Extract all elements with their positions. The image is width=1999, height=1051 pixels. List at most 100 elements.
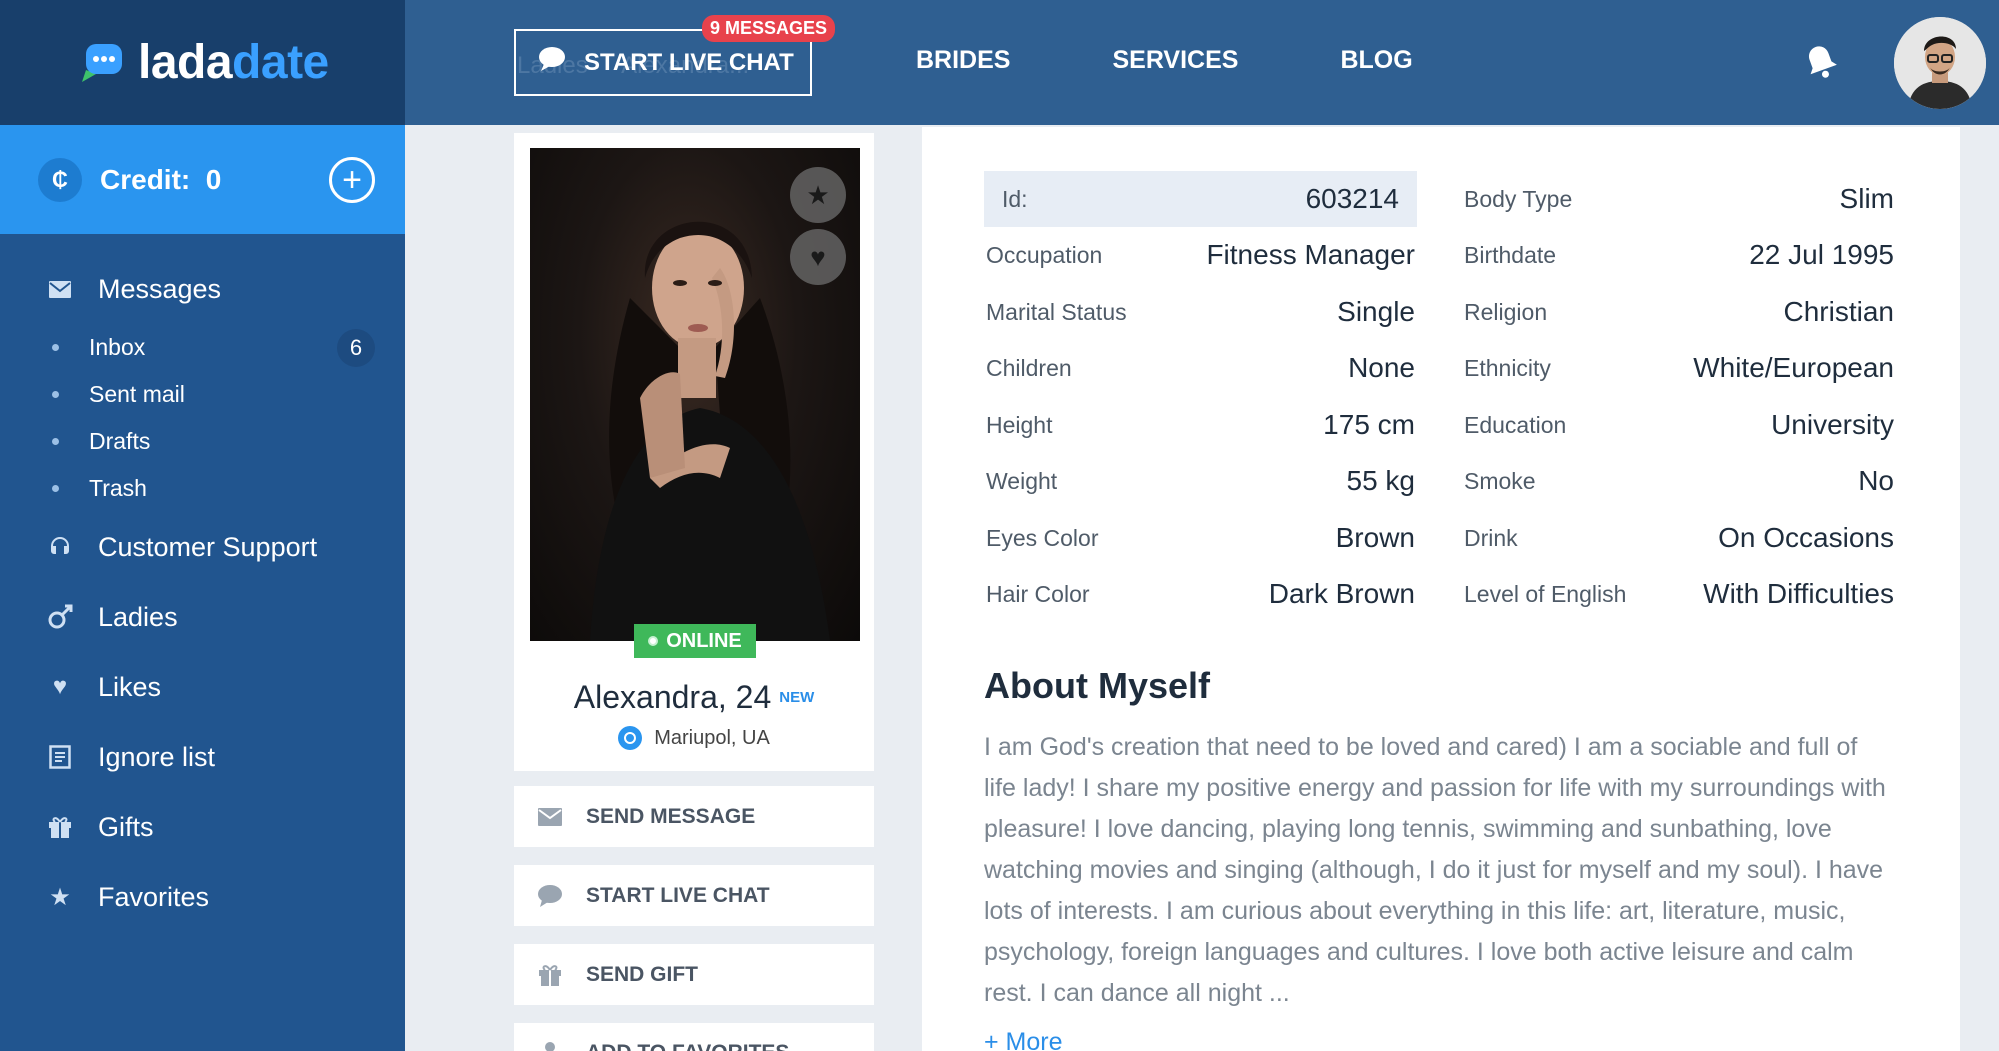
profile-location-text: Mariupol, UA [654, 726, 770, 749]
nav-brides[interactable]: BRIDES [916, 46, 1010, 75]
star-icon: ★ [49, 883, 71, 911]
profile-card: ★ ♥ ONLINE Alexandra, 24 NEW Mariupol, UA [514, 133, 874, 771]
info-row-birthdate: Birthdate 22 Jul 1995 [1462, 227, 1896, 283]
info-value: Dark Brown [1268, 578, 1415, 609]
online-status-label: ONLINE [666, 629, 742, 652]
start-live-chat-label: START LIVE CHAT [584, 48, 794, 76]
info-value: Slim [1839, 183, 1894, 214]
start-live-chat-side-button[interactable]: START LIVE CHAT [514, 865, 874, 926]
add-credit-button[interactable]: + [329, 156, 375, 203]
profile-name: Alexandra, 24 NEW [514, 679, 874, 716]
sidebar-subitem-label: Drafts [89, 428, 151, 454]
credit-label-text: Credit: [100, 163, 191, 195]
info-key: Height [986, 411, 1053, 438]
info-row-eyes-color: Eyes Color Brown [984, 510, 1417, 566]
info-key: Marital Status [986, 298, 1127, 325]
sidebar-item-support[interactable]: Customer Support [0, 512, 405, 582]
messages-badge[interactable]: 9 MESSAGES [702, 15, 836, 42]
bullet-icon [52, 344, 59, 351]
info-row-hair-color: Hair Color Dark Brown [984, 566, 1417, 622]
about-title: About Myself [984, 665, 1211, 706]
info-key: Weight [986, 467, 1058, 494]
sidebar-subitem-trash[interactable]: Trash [0, 465, 405, 512]
logo[interactable]: ladadate [0, 0, 405, 125]
sidebar-item-ignore[interactable]: Ignore list [0, 722, 405, 792]
female-icon [44, 603, 76, 631]
info-row-drink: Drink On Occasions [1462, 510, 1896, 566]
profile-photo[interactable]: ★ ♥ [530, 148, 860, 641]
info-row-children: Children None [984, 340, 1417, 396]
like-heart-button[interactable]: ♥ [790, 229, 846, 285]
sidebar-item-favorites[interactable]: ★ Favorites [0, 862, 405, 932]
info-key: Eyes Color [986, 524, 1099, 551]
info-value: Single [1337, 296, 1415, 327]
new-tag: NEW [779, 689, 815, 706]
inbox-count-badge: 6 [337, 328, 375, 367]
info-value: 175 cm [1323, 409, 1415, 440]
user-icon [536, 1041, 564, 1051]
gift-icon [44, 815, 76, 839]
info-key: Body Type [1464, 185, 1573, 212]
info-value: With Difficulties [1703, 578, 1894, 609]
sidebar-subitem-label: Trash [89, 475, 147, 501]
info-value: 22 Jul 1995 [1749, 239, 1894, 270]
nav-blog[interactable]: BLOG [1340, 46, 1412, 75]
send-gift-button[interactable]: SEND GIFT [514, 944, 874, 1005]
add-favorite-star-button[interactable]: ★ [790, 167, 846, 223]
user-avatar[interactable] [1894, 17, 1986, 109]
sidebar-nav: Messages Inbox 6 Sent mail Drafts Trash … [0, 234, 405, 932]
info-row-religion: Religion Christian [1462, 284, 1896, 340]
sidebar-item-ladies[interactable]: Ladies [0, 582, 405, 652]
sidebar-subitem-inbox[interactable]: Inbox 6 [0, 324, 405, 371]
info-value: Brown [1335, 522, 1415, 553]
info-value: On Occasions [1718, 522, 1894, 553]
info-key: Occupation [986, 241, 1103, 268]
online-status-badge: ONLINE [634, 624, 756, 658]
send-message-button[interactable]: SEND MESSAGE [514, 786, 874, 847]
brand-part2: date [232, 36, 329, 89]
sidebar-item-label: Ladies [98, 601, 178, 632]
sidebar-item-likes[interactable]: ♥ Likes [0, 652, 405, 722]
chat-logo-icon [80, 40, 126, 86]
top-nav: BRIDES SERVICES BLOG [916, 46, 1413, 75]
sidebar-subitem-label: Inbox [89, 334, 146, 360]
info-key: Smoke [1464, 467, 1536, 494]
info-key: Education [1464, 411, 1567, 438]
info-key: Hair Color [986, 580, 1090, 607]
credit-value: 0 [205, 163, 222, 195]
send-gift-label: SEND GIFT [586, 962, 699, 986]
sidebar-item-messages[interactable]: Messages [0, 254, 405, 324]
credit-bar: ₵ Credit: 0 + [0, 125, 405, 234]
info-row-occupation: Occupation Fitness Manager [984, 227, 1417, 283]
notification-bell-icon[interactable] [1803, 42, 1839, 87]
gift-icon [536, 963, 564, 987]
more-link[interactable]: + More [984, 1028, 1063, 1051]
nav-services[interactable]: SERVICES [1112, 46, 1238, 75]
info-row-education: Education University [1462, 397, 1896, 453]
sidebar: ladadate ₵ Credit: 0 + Messages Inbox 6 … [0, 0, 405, 1051]
envelope-icon [536, 807, 564, 826]
info-value: 55 kg [1346, 465, 1416, 496]
sidebar-subitem-sent[interactable]: Sent mail [0, 371, 405, 418]
info-row-english-level: Level of English With Difficulties [1462, 566, 1896, 622]
info-row-id: Id: 603214 [984, 171, 1417, 227]
info-key: Religion [1464, 298, 1548, 325]
sidebar-item-gifts[interactable]: Gifts [0, 792, 405, 862]
info-value: Fitness Manager [1206, 239, 1415, 270]
info-row-body-type: Body Type Slim [1462, 171, 1896, 227]
info-key: Birthdate [1464, 241, 1557, 268]
bullet-icon [52, 485, 59, 492]
brand-name: ladadate [138, 35, 329, 90]
sidebar-subitem-drafts[interactable]: Drafts [0, 418, 405, 465]
sidebar-item-label: Likes [98, 671, 162, 702]
profile-location: Mariupol, UA [514, 726, 874, 750]
info-value: None [1348, 352, 1415, 383]
add-to-favorites-button[interactable]: ADD TO FAVORITES [514, 1023, 874, 1051]
brand-part1: lada [138, 36, 233, 89]
info-key: Id: [1002, 185, 1028, 212]
info-row-marital-status: Marital Status Single [984, 284, 1417, 340]
top-header: Ladies Alexandra... START LIVE CHAT 9 ME… [405, 0, 1999, 125]
location-pin-icon [618, 726, 643, 750]
info-row-ethnicity: Ethnicity White/European [1462, 340, 1896, 396]
profile-details: Id: 603214 Occupation Fitness Manager Ma… [922, 127, 1960, 1051]
